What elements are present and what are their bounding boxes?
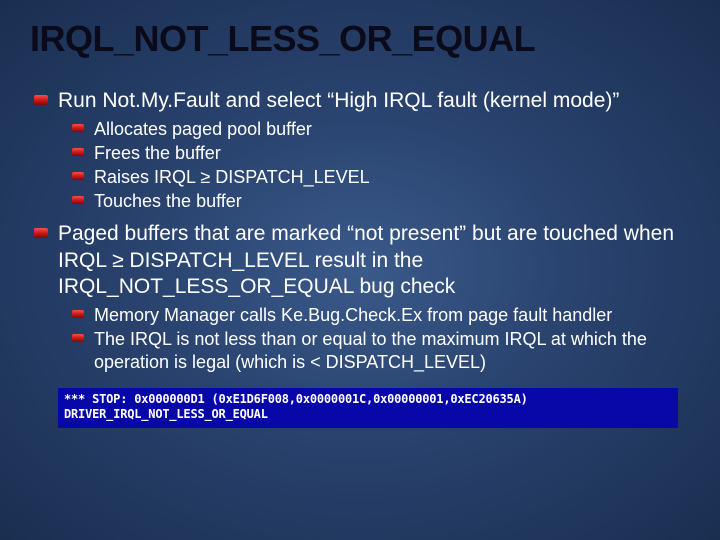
slide-title: IRQL_NOT_LESS_OR_EQUAL (30, 18, 690, 60)
bullet-item: Paged buffers that are marked “not prese… (58, 221, 690, 374)
sub-bullet-item: Memory Manager calls Ke.Bug.Check.Ex fro… (94, 304, 690, 327)
bullet-list: Run Not.My.Fault and select “High IRQL f… (30, 88, 690, 374)
sub-bullet-item: Frees the buffer (94, 142, 690, 165)
slide: IRQL_NOT_LESS_OR_EQUAL Run Not.My.Fault … (0, 0, 720, 540)
sub-bullet-list: Allocates paged pool buffer Frees the bu… (58, 118, 690, 213)
bsod-line-2: DRIVER_IRQL_NOT_LESS_OR_EQUAL (64, 407, 268, 421)
sub-bullet-item: The IRQL is not less than or equal to th… (94, 328, 690, 374)
bullet-text: Paged buffers that are marked “not prese… (58, 222, 674, 298)
bullet-item: Run Not.My.Fault and select “High IRQL f… (58, 88, 690, 213)
bullet-text: Run Not.My.Fault and select “High IRQL f… (58, 89, 619, 112)
sub-bullet-item: Raises IRQL ≥ DISPATCH_LEVEL (94, 166, 690, 189)
sub-bullet-item: Allocates paged pool buffer (94, 118, 690, 141)
sub-bullet-list: Memory Manager calls Ke.Bug.Check.Ex fro… (58, 304, 690, 374)
sub-bullet-item: Touches the buffer (94, 190, 690, 213)
bsod-line-1: *** STOP: 0x000000D1 (0xE1D6F008,0x00000… (64, 392, 528, 406)
bsod-box: *** STOP: 0x000000D1 (0xE1D6F008,0x00000… (58, 388, 678, 428)
